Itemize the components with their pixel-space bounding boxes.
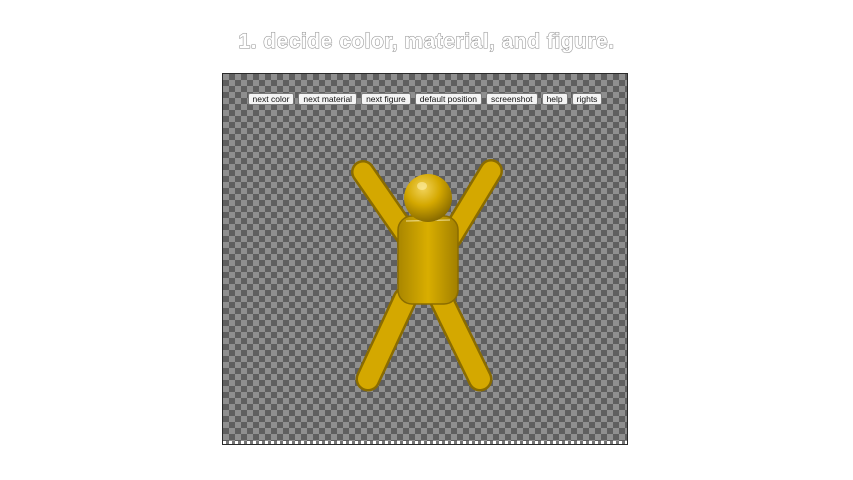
help-button[interactable]: help	[541, 93, 568, 105]
default-position-button[interactable]: default position	[414, 93, 482, 105]
step-title: 1. decide color, material, and figure.	[238, 30, 615, 54]
next-figure-button[interactable]: next figure	[361, 93, 411, 105]
head	[404, 174, 452, 222]
torso	[397, 215, 459, 305]
page: 1. decide color, material, and figure. n…	[0, 0, 853, 480]
next-material-button[interactable]: next material	[298, 93, 358, 105]
viewer-toolbar: next color next material next figure def…	[223, 93, 627, 105]
next-color-button[interactable]: next color	[247, 93, 295, 105]
viewer-bottom-edge	[223, 441, 627, 444]
rights-button[interactable]: rights	[571, 93, 603, 105]
3d-viewer-canvas[interactable]: next color next material next figure def…	[222, 73, 628, 445]
screenshot-button[interactable]: screenshot	[485, 93, 538, 105]
stick-figure-model[interactable]	[223, 74, 628, 445]
